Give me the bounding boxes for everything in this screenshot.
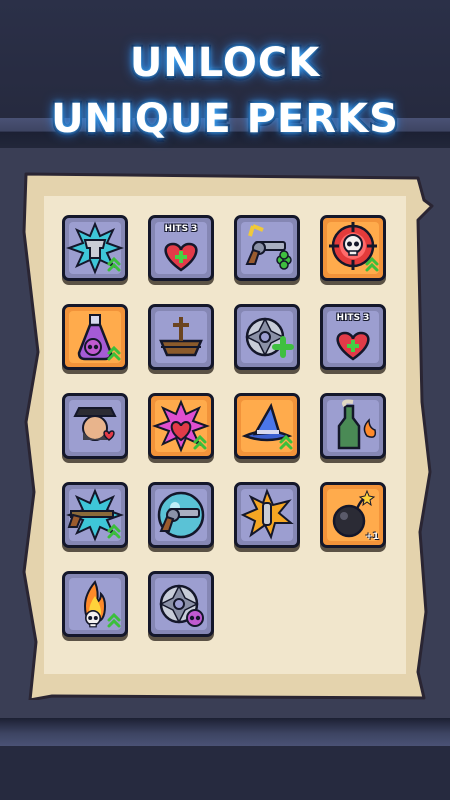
title-line-1: UNLOCK (129, 40, 321, 86)
perk-tile[interactable] (62, 215, 128, 281)
plus-one-label: +1 (365, 532, 379, 542)
perk-tile[interactable] (62, 571, 128, 637)
perk-tile[interactable] (234, 393, 300, 459)
perk-tile[interactable] (320, 215, 386, 281)
perk-tile[interactable] (148, 571, 214, 637)
perk-tile[interactable] (234, 304, 300, 370)
perk-tile[interactable] (234, 482, 300, 548)
perk-tile[interactable] (320, 393, 386, 459)
perk-tile[interactable] (148, 482, 214, 548)
perk-tile[interactable]: HITS 3 (148, 215, 214, 281)
hits-label: HITS 3 (336, 313, 370, 323)
perk-tile[interactable] (148, 304, 214, 370)
perk-tile[interactable] (62, 482, 128, 548)
hits-label: HITS 3 (164, 224, 198, 234)
perk-tile[interactable]: HITS 3 (320, 304, 386, 370)
bottom-shelf (0, 718, 450, 746)
title-line-2: UNIQUE PERKS (51, 96, 399, 142)
perk-tile[interactable]: +1 (320, 482, 386, 548)
perk-tile[interactable] (234, 215, 300, 281)
bottom-background (0, 746, 450, 800)
perk-tile[interactable] (62, 304, 128, 370)
perk-tile[interactable] (148, 393, 214, 459)
perk-tile[interactable] (62, 393, 128, 459)
